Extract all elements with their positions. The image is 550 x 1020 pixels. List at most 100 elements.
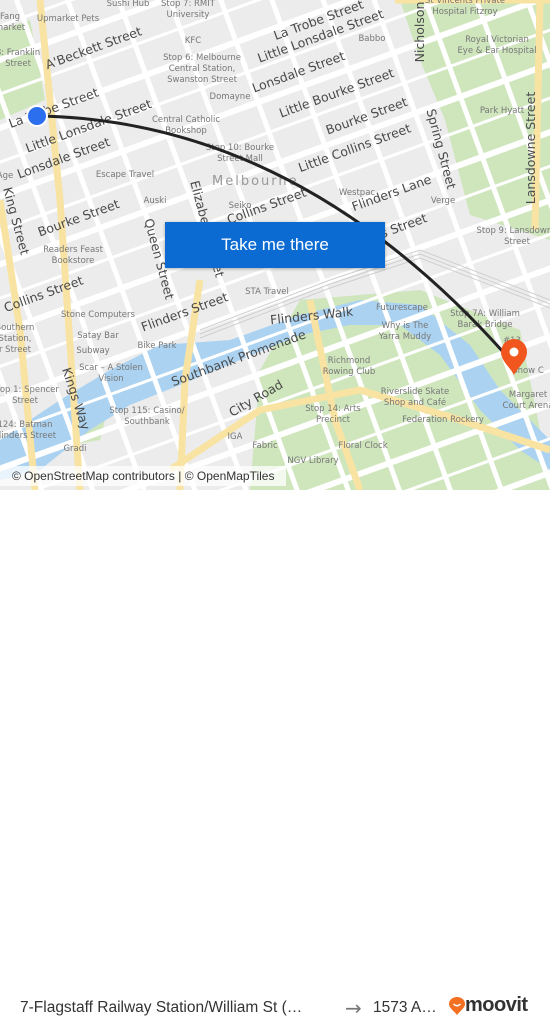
poi-label-line: 8: Franklin	[0, 48, 40, 58]
poi-label-line: Subway	[76, 346, 109, 356]
poi-label-line: Westpac	[339, 188, 376, 198]
poi-label: St Vincents PrivateHospital Fitzroy	[425, 0, 505, 17]
poi-label-line: r Street	[0, 345, 32, 355]
poi-label: NGV Library	[287, 456, 338, 466]
poi-label-line: Royal Victorian	[465, 35, 529, 45]
poi-label-line: Fabric	[252, 441, 278, 451]
poi-label-line: Shop and Café	[384, 397, 446, 408]
poi-label: Domayne	[210, 92, 251, 102]
poi-label: SouthernStation,r Street	[0, 323, 34, 355]
poi-label: Park Hyatt	[480, 106, 525, 116]
poi-label-line: Escape Travel	[96, 170, 154, 180]
poi-label: Upmarket Pets	[37, 14, 100, 24]
street-label: Nicholson	[412, 2, 427, 63]
poi-label-line: Richmond	[328, 356, 371, 366]
poi-label-line: Street	[5, 59, 31, 69]
poi-label-line: Swanston Street	[167, 75, 237, 85]
city-label: Melbourne	[212, 174, 299, 189]
poi-label-line: Verge	[431, 196, 455, 206]
poi-label: Age	[0, 171, 13, 181]
poi-label-line: KFC	[185, 36, 201, 46]
poi-label-line: IGA	[228, 432, 243, 442]
poi-label: Bike Park	[137, 341, 176, 351]
poi-label: Futurescape	[376, 303, 428, 313]
poi-label-line: St Vincents Private	[425, 0, 505, 6]
poi-label-line: Stop 6: Melbourne	[163, 53, 241, 63]
poi-label: 124: BatmanFlinders Street	[0, 420, 57, 441]
poi-label: RichmondRowing Club	[323, 356, 376, 377]
poi-label-line: Bookstore	[52, 256, 95, 266]
poi-label-line: Domayne	[210, 92, 251, 102]
poi-label-line: Stop 7: RMIT	[161, 0, 216, 9]
destination-name: 1573 A…	[373, 999, 437, 1017]
poi-label-line: Fang	[0, 12, 20, 22]
poi-label: Subway	[76, 346, 109, 356]
poi-label-line: Bike Park	[137, 341, 176, 351]
poi-label: Westpac	[339, 188, 376, 198]
poi-label: Babbo	[358, 34, 385, 44]
poi-label-line: Yarra Muddy	[378, 332, 432, 342]
footer-bar: 7-Flagstaff Railway Station/William St (…	[0, 490, 550, 550]
poi-label-line: Precinct	[316, 415, 351, 425]
poi-label-line: University	[167, 10, 210, 20]
poi-label-line: Floral Clock	[338, 441, 387, 451]
moovit-wordmark: moovit	[465, 994, 528, 1017]
poi-label-line: Margaret	[509, 390, 548, 400]
poi-label-line: Flinders Street	[0, 431, 57, 441]
poi-label-line: Babbo	[358, 34, 385, 44]
poi-label-line: Sushi Hub	[107, 0, 150, 9]
poi-label: Verge	[431, 196, 455, 206]
poi-label-line: Stop 7A: William	[450, 309, 520, 319]
poi-label-line: market	[0, 23, 26, 33]
take-me-there-button[interactable]: Take me there	[165, 222, 385, 268]
poi-label: Escape Travel	[96, 170, 154, 180]
moovit-logo[interactable]: moovit	[449, 994, 528, 1017]
poi-label-line: Stop 1: Spencer	[0, 385, 59, 395]
poi-label-line: Gradi	[63, 444, 86, 454]
poi-label-line: NGV Library	[287, 456, 338, 466]
poi-label: Stone Computers	[61, 310, 136, 320]
street-label: Lansdowne Street	[523, 92, 538, 205]
poi-label: Floral Clock	[338, 441, 387, 451]
poi-label: Stop 6: MelbourneCentral Station,Swansto…	[163, 53, 241, 85]
poi-label-line: Street	[12, 396, 38, 406]
poi-label-line: Central Station,	[169, 64, 236, 74]
poi-label-line: Southbank	[124, 417, 170, 427]
poi-label-line: Park Hyatt	[480, 106, 525, 116]
poi-label: Why is TheYarra Muddy	[378, 321, 432, 342]
location-dot-icon[interactable]	[27, 106, 47, 126]
poi-label-line: Readers Feast	[43, 245, 104, 255]
poi-label-line: Central Catholic	[152, 115, 220, 125]
map-attribution[interactable]: © OpenStreetMap contributors | © OpenMap…	[0, 466, 286, 486]
poi-label-line: Vision	[98, 374, 123, 384]
poi-label: STA Travel	[245, 287, 289, 297]
map[interactable]: La Trobe StreetLa Trobe StreetA'Beckett …	[0, 0, 550, 490]
poi-label-line: Scar – A Stolen	[79, 363, 143, 373]
poi-label-line: Stop 115: Casino/	[109, 406, 184, 416]
poi-label: Satay Bar	[77, 331, 119, 341]
poi-label-line: Stop 14: Arts	[305, 404, 361, 414]
poi-label-line: Auski	[144, 196, 167, 206]
arrow-right-icon: →	[345, 996, 362, 1020]
poi-label-line: Rowing Club	[323, 367, 376, 377]
origin-stop-name: 7-Flagstaff Railway Station/William St (…	[20, 999, 302, 1017]
poi-label-line: Hospital Fitzroy	[432, 7, 497, 17]
poi-label-line: Station,	[0, 334, 31, 344]
poi-label-line: Stone Computers	[61, 310, 136, 320]
poi-label: Gradi	[63, 444, 86, 454]
poi-label: Stop 7: RMITUniversity	[161, 0, 216, 20]
poi-label-line: 124: Batman	[0, 420, 53, 430]
poi-label: KFC	[185, 36, 201, 46]
poi-label: Federation Rockery	[402, 415, 484, 425]
poi-label: Sushi Hub	[107, 0, 150, 9]
poi-label-line: Satay Bar	[77, 331, 119, 341]
poi-label: Seiko	[229, 201, 252, 211]
moovit-pin-icon	[449, 997, 465, 1015]
poi-label-line: Eye & Ear Hospital	[457, 46, 536, 56]
poi-label-line: Federation Rockery	[402, 415, 484, 425]
poi-label-line: Why is The	[382, 321, 429, 331]
poi-label-line: Riverslide Skate	[381, 387, 449, 397]
poi-label-line: Court Arena	[503, 401, 550, 411]
poi-label: Auski	[144, 196, 167, 206]
poi-label-line: Age	[0, 171, 13, 181]
